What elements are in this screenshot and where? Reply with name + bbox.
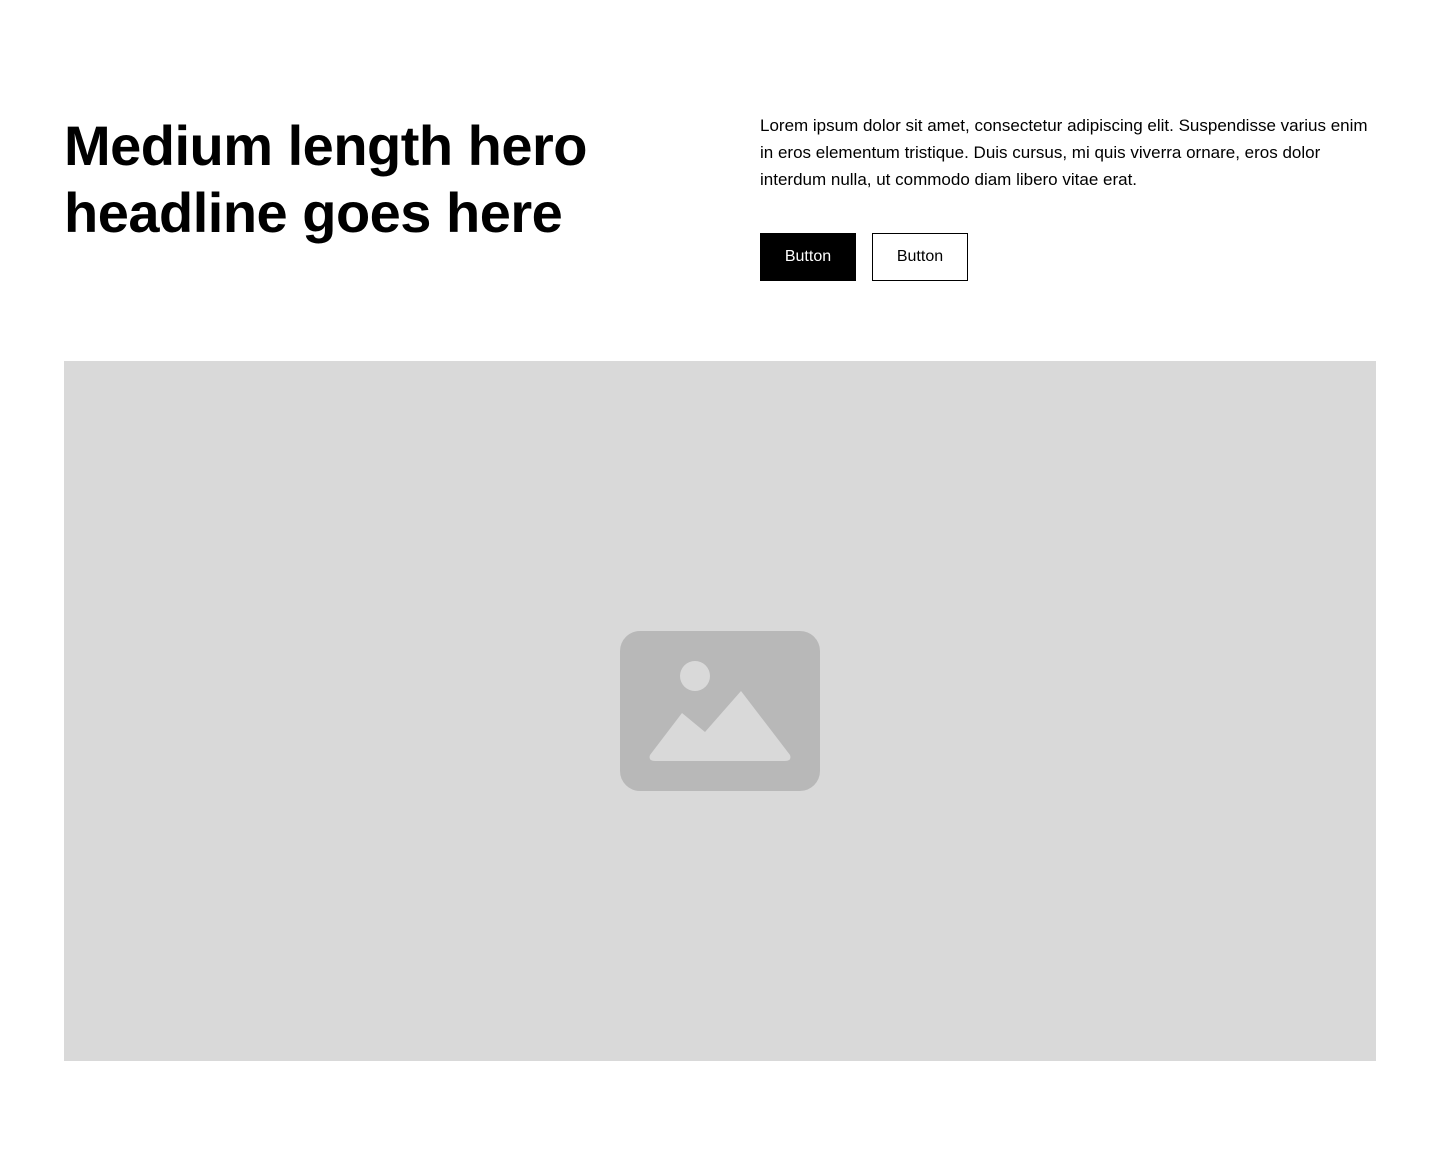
hero-content: Lorem ipsum dolor sit amet, consectetur … [760, 112, 1376, 281]
hero-image-placeholder [64, 361, 1376, 1061]
image-icon-sun [680, 661, 710, 691]
hero-headline: Medium length hero headline goes here [64, 114, 588, 244]
hero-section: Medium length hero headline goes here Lo… [64, 0, 1376, 1173]
image-icon-frame [620, 631, 820, 791]
hero-header: Medium length hero headline goes here Lo… [64, 112, 1376, 292]
secondary-button[interactable]: Button [872, 233, 968, 281]
primary-button[interactable]: Button [760, 233, 856, 281]
hero-actions: Button Button [760, 233, 968, 281]
image-placeholder-icon [620, 631, 820, 791]
hero-description: Lorem ipsum dolor sit amet, consectetur … [760, 116, 1368, 189]
